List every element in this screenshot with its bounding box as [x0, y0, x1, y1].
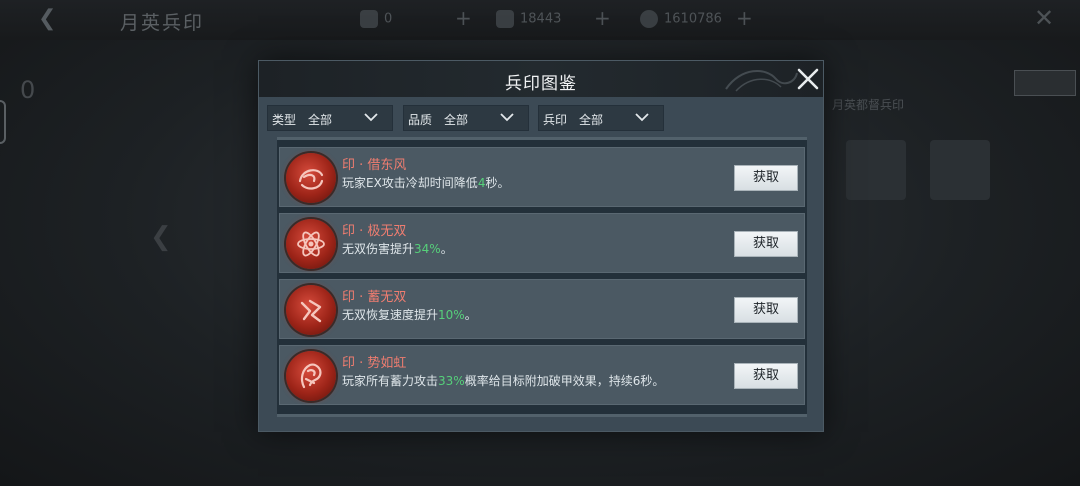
back-arrow-icon: ❮: [38, 6, 57, 31]
highlight-value: 33%: [438, 374, 465, 388]
plus-icon: +: [736, 6, 753, 30]
chevron-down-icon: [364, 113, 378, 122]
seal-list[interactable]: 印 · 借东风 玩家EX攻击冷却时间降低4秒。 获取 印 · 极无双 无双伤害提…: [277, 137, 807, 417]
filter-quality-dropdown[interactable]: 品质 全部: [403, 105, 529, 131]
seal-catalog-dialog: 兵印图鉴 类型 全部 品质 全部 兵印 全部 印 · 借东风 玩家EX攻击冷却时…: [258, 60, 824, 432]
filter-bar: 类型 全部 品质 全部 兵印 全部: [267, 105, 817, 131]
ore-icon: [496, 10, 514, 28]
list-item: 印 · 蓄无双 无双恢复速度提升10%。 获取: [279, 279, 805, 339]
seal-description: 玩家所有蓄力攻击33%概率给目标附加破甲效果，持续6秒。: [342, 374, 665, 388]
plus-icon: +: [455, 6, 472, 30]
close-icon[interactable]: [795, 66, 821, 92]
filter-seal-dropdown[interactable]: 兵印 全部: [538, 105, 664, 131]
seal-name: 印 · 势如虹: [342, 356, 407, 371]
coin-icon: [640, 10, 658, 28]
wind-seal-icon: [286, 153, 336, 203]
resource-ore: 18443: [496, 10, 561, 28]
seal-description: 无双恢复速度提升10%。: [342, 308, 477, 322]
resource-card: 0: [360, 10, 392, 28]
swirl-ornament-icon: [725, 69, 798, 92]
seal-name: 印 · 借东风: [342, 158, 407, 173]
resource-value: 18443: [520, 11, 562, 27]
beast-seal-icon: [286, 351, 336, 401]
card-icon: [360, 10, 378, 28]
atom-seal-icon: [286, 219, 336, 269]
obtain-button[interactable]: 获取: [734, 297, 798, 323]
resource-coin: 1610786: [640, 10, 722, 28]
list-item: 印 · 极无双 无双伤害提升34%。 获取: [279, 213, 805, 273]
highlight-value: 10%: [438, 308, 465, 322]
background-left-count: 0: [20, 76, 36, 104]
list-item: 印 · 借东风 玩家EX攻击冷却时间降低4秒。 获取: [279, 147, 805, 207]
chevron-left-icon: ❮: [150, 222, 172, 252]
resource-value: 0: [384, 11, 393, 27]
filter-type-dropdown[interactable]: 类型 全部: [267, 105, 393, 131]
background-right-text: 月英都督兵印: [832, 98, 905, 112]
chevron-down-icon: [635, 113, 649, 122]
obtain-button[interactable]: 获取: [734, 363, 798, 389]
plus-icon: +: [594, 6, 611, 30]
list-item: 印 · 势如虹 玩家所有蓄力攻击33%概率给目标附加破甲效果，持续6秒。 获取: [279, 345, 805, 405]
charge-seal-icon: [286, 285, 336, 335]
seal-name: 印 · 极无双: [342, 224, 407, 239]
filter-value: 全部: [579, 113, 604, 127]
obtain-button[interactable]: 获取: [734, 231, 798, 257]
background-card: [846, 140, 906, 200]
background-card: [930, 140, 990, 200]
obtain-button[interactable]: 获取: [734, 165, 798, 191]
highlight-value: 34%: [414, 242, 441, 256]
filter-label: 类型: [272, 113, 297, 127]
chevron-down-icon: [500, 113, 514, 122]
background-title: 月英兵印: [120, 12, 205, 34]
background-right-button: [1014, 70, 1076, 96]
background-close-icon: ✕: [1034, 4, 1055, 32]
seal-description: 无双伤害提升34%。: [342, 242, 453, 256]
filter-value: 全部: [308, 113, 333, 127]
resource-value: 1610786: [664, 11, 722, 27]
seal-description: 玩家EX攻击冷却时间降低4秒。: [342, 176, 510, 190]
filter-label: 品质: [408, 113, 433, 127]
dialog-title: 兵印图鉴: [505, 74, 577, 94]
dialog-header: 兵印图鉴: [259, 61, 823, 97]
seal-name: 印 · 蓄无双: [342, 290, 407, 305]
background-left-tab: [0, 100, 6, 144]
filter-label: 兵印: [543, 113, 568, 127]
filter-value: 全部: [444, 113, 469, 127]
